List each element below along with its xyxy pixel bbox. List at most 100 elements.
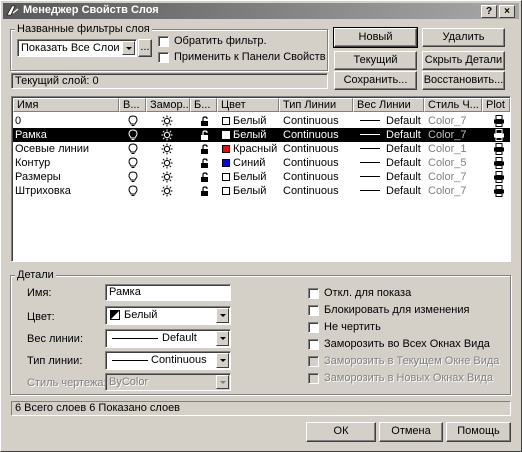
column-header-plotstyle[interactable]: Стиль Ч... [424, 98, 482, 112]
lock-layer-checkbox[interactable] [308, 305, 319, 316]
freeze-current-viewport-label: Заморозить в Текущем Окне Вида [324, 355, 500, 367]
layer-row[interactable]: Рамка Белый Continuous Default Color_7 [13, 128, 510, 142]
ok-button[interactable]: ОК [306, 422, 376, 442]
lightbulb-on-icon[interactable] [127, 129, 139, 141]
printer-icon[interactable] [493, 129, 505, 141]
layer-color-cell[interactable]: Белый [222, 184, 280, 198]
lock-open-icon[interactable] [199, 185, 211, 197]
layer-color-cell[interactable]: Белый [222, 170, 280, 184]
layer-color-cell[interactable]: Белый [222, 128, 280, 142]
lineweight-select[interactable]: Default [105, 329, 231, 348]
hide-details-button[interactable]: Скрыть Детали [422, 51, 505, 70]
layer-color-cell[interactable]: Синий [222, 156, 280, 170]
layer-row[interactable]: Размеры Белый Continuous Default Color_7 [13, 170, 510, 184]
invert-filter-checkbox[interactable] [158, 36, 169, 47]
layer-linetype[interactable]: Continuous [283, 170, 353, 184]
layer-lineweight-cell[interactable]: Default [360, 156, 424, 170]
lightbulb-on-icon[interactable] [127, 185, 139, 197]
lightbulb-on-icon[interactable] [127, 171, 139, 183]
printer-icon[interactable] [493, 157, 505, 169]
layer-plotstyle: Color_7 [428, 115, 467, 127]
column-header-lock[interactable]: Б... [190, 98, 217, 112]
column-header-color[interactable]: Цвет [217, 98, 279, 112]
layer-plotstyle: Color_7 [428, 171, 467, 183]
sun-thawed-icon[interactable] [161, 185, 173, 197]
lineweight-dropdown-arrow[interactable] [216, 331, 229, 346]
plotstyle-dropdown-arrow [216, 375, 229, 389]
column-header-freeze[interactable]: Замор... [146, 98, 190, 112]
freeze-all-viewports-checkbox[interactable] [308, 339, 319, 350]
help-button[interactable]: Помощь [446, 422, 511, 442]
color-swatch-icon [222, 159, 230, 167]
filter-dropdown-arrow[interactable] [122, 41, 135, 55]
layer-lineweight-cell[interactable]: Default [360, 128, 424, 142]
sun-thawed-icon[interactable] [161, 171, 173, 183]
save-state-button[interactable]: Сохранить... [334, 71, 417, 90]
sun-thawed-icon[interactable] [161, 115, 173, 127]
apply-to-toolbar-checkbox[interactable] [158, 52, 169, 63]
filter-more-button[interactable]: ... [138, 39, 152, 57]
printer-icon[interactable] [493, 143, 505, 155]
layer-row[interactable]: Осевые линии Красный Continuous Default Colo… [13, 142, 510, 156]
lightbulb-on-icon[interactable] [127, 157, 139, 169]
printer-icon[interactable] [493, 171, 505, 183]
layer-linetype[interactable]: Continuous [283, 128, 353, 142]
printer-icon[interactable] [493, 115, 505, 127]
linetype-dropdown-arrow[interactable] [216, 353, 229, 368]
layer-linetype[interactable]: Continuous [283, 142, 353, 156]
color-dropdown-arrow[interactable] [216, 308, 229, 323]
column-header-linetype[interactable]: Тип Линии [279, 98, 353, 112]
lock-open-icon[interactable] [199, 171, 211, 183]
column-header-lineweight[interactable]: Вес Линии [353, 98, 424, 112]
layer-color-name: Белый [233, 129, 267, 141]
filter-select[interactable]: Показать Все Слои [17, 39, 137, 57]
layer-lineweight: Default [386, 157, 421, 169]
delete-layer-button[interactable]: Удалить [422, 28, 505, 47]
set-current-button[interactable]: Текущий [334, 51, 417, 70]
color-select[interactable]: Белый [105, 306, 231, 325]
column-header-on[interactable]: В... [119, 98, 146, 112]
lock-open-icon[interactable] [199, 143, 211, 155]
freeze-new-viewports-checkbox [308, 373, 319, 384]
restore-state-button[interactable]: Восстановить... [422, 71, 505, 90]
no-plot-checkbox[interactable] [308, 322, 319, 333]
layer-linetype[interactable]: Continuous [283, 184, 353, 198]
lightbulb-on-icon[interactable] [127, 143, 139, 155]
layer-row[interactable]: Контур Синий Continuous Default Color_5 [13, 156, 510, 170]
new-layer-button[interactable]: Новый [333, 27, 418, 48]
title-bar[interactable]: Менеджер Свойств Слоя ? × [3, 3, 519, 19]
layer-color-cell[interactable]: Красный [222, 142, 280, 156]
lock-open-icon[interactable] [199, 157, 211, 169]
help-title-button[interactable]: ? [481, 5, 497, 18]
sun-thawed-icon[interactable] [161, 157, 173, 169]
layer-linetype[interactable]: Continuous [283, 156, 353, 170]
lock-open-icon[interactable] [199, 129, 211, 141]
layer-linetype[interactable]: Continuous [283, 114, 353, 128]
printer-icon[interactable] [493, 185, 505, 197]
sun-thawed-icon[interactable] [161, 129, 173, 141]
color-swatch-icon [222, 187, 230, 195]
layer-lineweight-cell[interactable]: Default [360, 114, 424, 128]
layer-color-name: Белый [233, 185, 267, 197]
layer-list[interactable]: Имя В... Замор... Б... Цвет Тип Линии Ве… [11, 96, 511, 262]
layer-name: 0 [15, 115, 22, 127]
layer-color-name: Красный [233, 143, 278, 155]
column-header-plot[interactable]: Plot [482, 98, 510, 112]
layer-lineweight-cell[interactable]: Default [360, 170, 424, 184]
layer-lineweight-cell[interactable]: Default [360, 184, 424, 198]
lightbulb-on-icon[interactable] [127, 115, 139, 127]
sun-thawed-icon[interactable] [161, 143, 173, 155]
layer-row[interactable]: Штриховка Белый Continuous Default Color_7 [13, 184, 510, 198]
layer-row[interactable]: 0 Белый Continuous Default Color_7 [13, 114, 510, 128]
layer-color-cell[interactable]: Белый [222, 114, 280, 128]
column-header-name[interactable]: Имя [13, 98, 119, 112]
linetype-select[interactable]: Continuous [105, 351, 231, 370]
linetype-sample-line [112, 360, 148, 361]
layer-name-input[interactable]: Рамка [105, 284, 231, 301]
color-select-value: Белый [124, 309, 158, 321]
off-for-display-checkbox[interactable] [308, 288, 319, 299]
close-title-button[interactable]: × [499, 5, 515, 18]
layer-lineweight-cell[interactable]: Default [360, 142, 424, 156]
cancel-button[interactable]: Отмена [379, 422, 443, 442]
lock-open-icon[interactable] [199, 115, 211, 127]
